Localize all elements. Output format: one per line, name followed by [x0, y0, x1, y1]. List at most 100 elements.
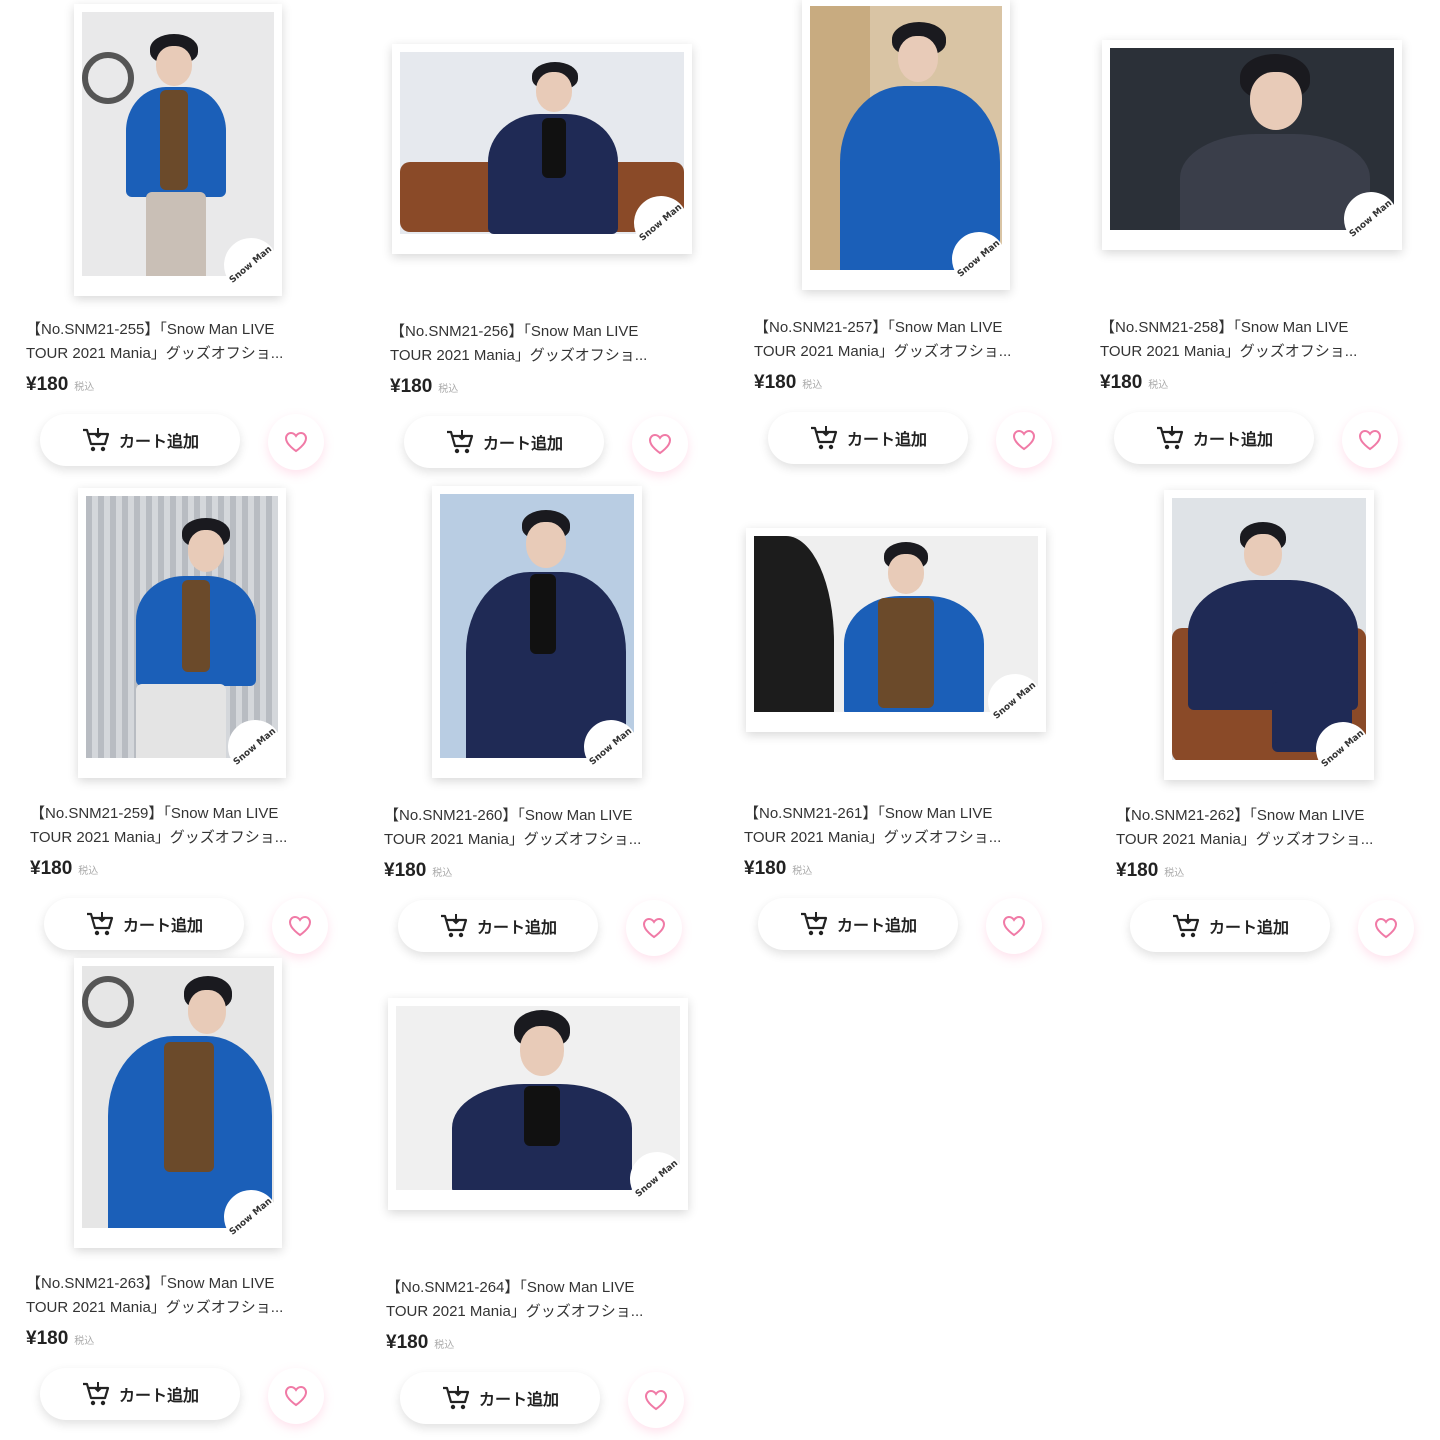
price-value: ¥180	[26, 374, 69, 395]
add-to-cart-button[interactable]: カート追加	[404, 416, 604, 468]
tax-label: 税込	[74, 1336, 95, 1347]
product-photo[interactable]: Snow Man	[1100, 2, 1440, 302]
product-title[interactable]: 【No.SNM21-263】「Snow Man LIVE TOUR 2021 M…	[26, 1272, 346, 1320]
product-card[interactable]: Snow Man 【No.SNM21-257】「Snow Man LIVE TO…	[754, 0, 1094, 472]
product-title-line2: TOUR 2021 Mania」グッズオフショ...	[390, 347, 648, 364]
product-card[interactable]: Snow Man 【No.SNM21-264】「Snow Man LIVE TO…	[386, 962, 726, 1432]
product-photo[interactable]: Snow Man	[390, 6, 730, 306]
price-value: ¥180	[30, 858, 73, 879]
product-price: ¥180 税込	[1100, 372, 1168, 394]
product-title[interactable]: 【No.SNM21-264】「Snow Man LIVE TOUR 2021 M…	[386, 1276, 706, 1324]
product-price: ¥180 税込	[744, 858, 812, 880]
product-title[interactable]: 【No.SNM21-259】「Snow Man LIVE TOUR 2021 M…	[30, 802, 350, 850]
product-card[interactable]: Snow Man 【No.SNM21-258】「Snow Man LIVE TO…	[1100, 2, 1440, 472]
product-title-line2: TOUR 2021 Mania」グッズオフショ...	[744, 829, 1002, 846]
product-photo[interactable]: Snow Man	[754, 0, 1094, 302]
add-to-cart-button[interactable]: カート追加	[758, 898, 958, 950]
product-photo[interactable]: Snow Man	[386, 962, 726, 1262]
product-card[interactable]: Snow Man 【No.SNM21-255】「Snow Man LIVE TO…	[26, 4, 366, 474]
product-title-line2: TOUR 2021 Mania」グッズオフショ...	[1116, 831, 1374, 848]
product-title[interactable]: 【No.SNM21-261】「Snow Man LIVE TOUR 2021 M…	[744, 802, 1064, 850]
product-title[interactable]: 【No.SNM21-256】「Snow Man LIVE TOUR 2021 M…	[390, 320, 710, 368]
product-card[interactable]: Snow Man 【No.SNM21-263】「Snow Man LIVE TO…	[26, 958, 366, 1428]
cart-icon	[82, 1382, 110, 1406]
product-title-line2: TOUR 2021 Mania」グッズオフショ...	[384, 831, 642, 848]
favorite-button[interactable]	[1342, 412, 1398, 468]
favorite-button[interactable]	[986, 898, 1042, 954]
add-to-cart-button[interactable]: カート追加	[398, 900, 598, 952]
product-photo[interactable]: Snow Man	[744, 488, 1084, 788]
product-photo[interactable]: Snow Man	[26, 4, 366, 304]
favorite-button[interactable]	[626, 900, 682, 956]
product-photo[interactable]: Snow Man	[384, 486, 724, 790]
tax-label: 税込	[78, 866, 99, 877]
product-price: ¥180 税込	[26, 1328, 94, 1350]
product-photo[interactable]: Snow Man	[30, 488, 370, 788]
product-title-line2: TOUR 2021 Mania」グッズオフショ...	[26, 1299, 284, 1316]
favorite-button[interactable]	[632, 416, 688, 472]
product-title[interactable]: 【No.SNM21-258】「Snow Man LIVE TOUR 2021 M…	[1100, 316, 1420, 364]
add-to-cart-button[interactable]: カート追加	[1114, 412, 1314, 464]
product-title-line1: 【No.SNM21-259】「Snow Man LIVE	[30, 805, 279, 822]
product-title[interactable]: 【No.SNM21-262】「Snow Man LIVE TOUR 2021 M…	[1116, 804, 1436, 852]
favorite-button[interactable]	[1358, 900, 1414, 956]
product-title[interactable]: 【No.SNM21-260】「Snow Man LIVE TOUR 2021 M…	[384, 804, 704, 852]
add-to-cart-label: カート追加	[118, 1388, 199, 1405]
product-title-line1: 【No.SNM21-263】「Snow Man LIVE	[26, 1275, 275, 1292]
product-title-line1: 【No.SNM21-262】「Snow Man LIVE	[1116, 807, 1365, 824]
cart-icon	[442, 1386, 470, 1410]
cart-icon	[446, 430, 474, 454]
price-value: ¥180	[384, 860, 427, 881]
product-title-line2: TOUR 2021 Mania」グッズオフショ...	[386, 1303, 644, 1320]
cart-icon	[440, 914, 468, 938]
product-card[interactable]: Snow Man 【No.SNM21-260】「Snow Man LIVE TO…	[384, 486, 724, 960]
heart-icon	[1012, 429, 1036, 451]
product-price: ¥180 税込	[26, 374, 94, 396]
add-to-cart-button[interactable]: カート追加	[44, 898, 244, 950]
add-to-cart-label: カート追加	[846, 432, 927, 449]
add-to-cart-label: カート追加	[836, 918, 917, 935]
add-to-cart-label: カート追加	[1192, 432, 1273, 449]
price-value: ¥180	[1100, 372, 1143, 393]
add-to-cart-label: カート追加	[476, 920, 557, 937]
heart-icon	[648, 433, 672, 455]
product-title[interactable]: 【No.SNM21-255】「Snow Man LIVE TOUR 2021 M…	[26, 318, 346, 366]
product-title-line1: 【No.SNM21-258】「Snow Man LIVE	[1100, 319, 1349, 336]
favorite-button[interactable]	[268, 414, 324, 470]
add-to-cart-button[interactable]: カート追加	[40, 1368, 240, 1420]
product-title-line2: TOUR 2021 Mania」グッズオフショ...	[754, 343, 1012, 360]
favorite-button[interactable]	[996, 412, 1052, 468]
cart-icon	[1172, 914, 1200, 938]
heart-icon	[284, 431, 308, 453]
favorite-button[interactable]	[628, 1372, 684, 1428]
add-to-cart-button[interactable]: カート追加	[40, 414, 240, 466]
heart-icon	[1002, 915, 1026, 937]
add-to-cart-button[interactable]: カート追加	[768, 412, 968, 464]
tax-label: 税込	[802, 380, 823, 391]
product-photo[interactable]: Snow Man	[26, 958, 366, 1258]
product-photo[interactable]: Snow Man	[1116, 490, 1440, 790]
product-title-line1: 【No.SNM21-256】「Snow Man LIVE	[390, 323, 639, 340]
tax-label: 税込	[1164, 868, 1185, 879]
product-card[interactable]: Snow Man 【No.SNM21-261】「Snow Man LIVE TO…	[744, 488, 1084, 958]
product-title-line1: 【No.SNM21-261】「Snow Man LIVE	[744, 805, 993, 822]
add-to-cart-button[interactable]: カート追加	[400, 1372, 600, 1424]
product-price: ¥180 税込	[30, 858, 98, 880]
favorite-button[interactable]	[272, 898, 328, 954]
product-title[interactable]: 【No.SNM21-257】「Snow Man LIVE TOUR 2021 M…	[754, 316, 1074, 364]
heart-icon	[1374, 917, 1398, 939]
tax-label: 税込	[432, 868, 453, 879]
cart-icon	[810, 426, 838, 450]
price-value: ¥180	[754, 372, 797, 393]
product-card[interactable]: Snow Man 【No.SNM21-259】「Snow Man LIVE TO…	[30, 488, 370, 958]
favorite-button[interactable]	[268, 1368, 324, 1424]
cart-icon	[82, 428, 110, 452]
add-to-cart-label: カート追加	[482, 436, 563, 453]
product-card[interactable]: Snow Man 【No.SNM21-262】「Snow Man LIVE TO…	[1116, 490, 1440, 960]
heart-icon	[288, 915, 312, 937]
add-to-cart-label: カート追加	[1208, 920, 1289, 937]
add-to-cart-button[interactable]: カート追加	[1130, 900, 1330, 952]
product-card[interactable]: Snow Man 【No.SNM21-256】「Snow Man LIVE TO…	[390, 6, 730, 476]
cart-icon	[1156, 426, 1184, 450]
tax-label: 税込	[792, 866, 813, 877]
